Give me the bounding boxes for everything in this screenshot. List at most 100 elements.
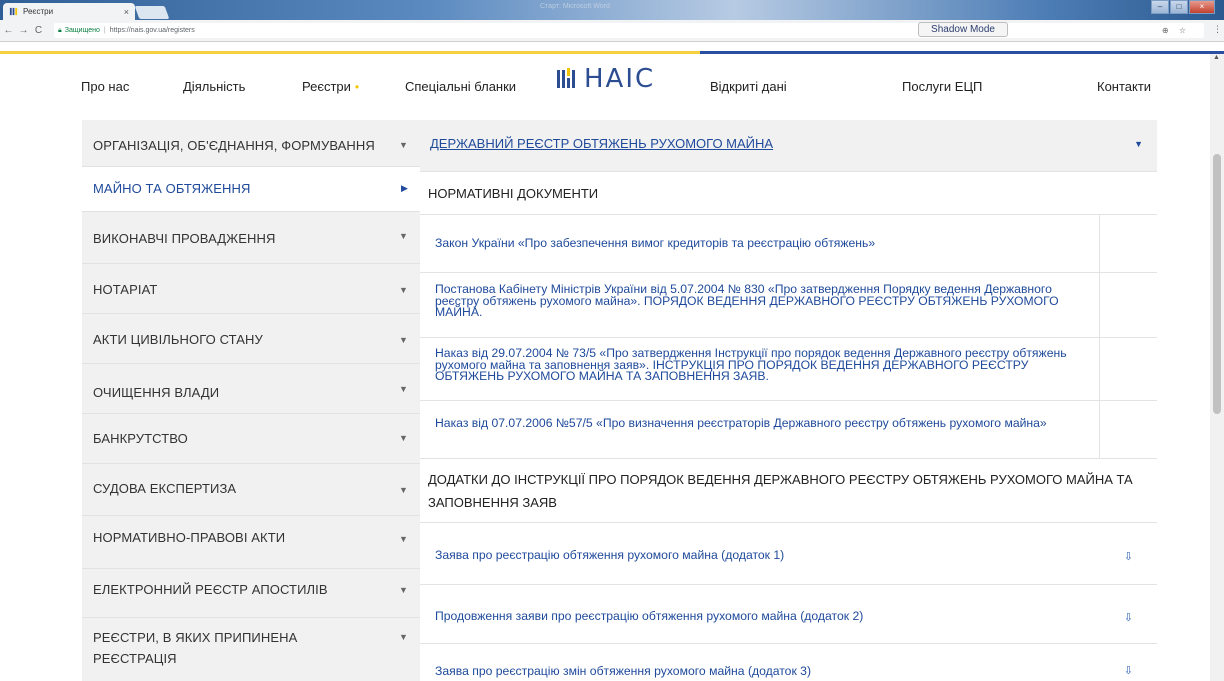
sidebar-item-label: Нотаріат xyxy=(93,282,158,297)
chevron-down-icon: ▼ xyxy=(398,632,408,642)
close-window-icon[interactable]: × xyxy=(1189,0,1215,14)
chevron-down-icon: ▼ xyxy=(398,231,408,241)
document-link[interactable]: Постанова Кабінету Міністрів України від… xyxy=(435,283,1099,319)
section-appendices: Додатки до інструкції про порядок веденн… xyxy=(420,459,1157,523)
nav-registers-label: Реєстри xyxy=(302,79,351,94)
tab-title: Реєстри xyxy=(23,7,54,16)
document-link[interactable]: Наказ від 07.07.2006 №57/5 «Про визначен… xyxy=(435,417,1099,430)
address-bar: ← → C 🔒︎ Защищено | https://nais.gov.ua/… xyxy=(0,20,1224,42)
sidebar-item-enforcement[interactable]: Виконавчі провадження ▼ xyxy=(82,212,420,264)
registers-sidebar: Організація, об'єднання, формування ▼ Ма… xyxy=(82,120,420,681)
sidebar-item-terminated-registers[interactable]: Реєстри, в яких припинена реєстрація ▼ xyxy=(82,618,420,681)
register-content: Державний реєстр обтяжень рухомого майна… xyxy=(420,120,1157,681)
document-link[interactable]: Наказ від 29.07.2004 № 73/5 «Про затверд… xyxy=(435,347,1099,383)
attachment-row[interactable]: Заява про реєстрацію обтяження рухомого … xyxy=(420,523,1157,585)
sidebar-item-label: Електронний реєстр апостилів xyxy=(93,582,328,597)
nav-open-data[interactable]: Відкриті дані xyxy=(710,79,787,94)
column-divider xyxy=(1099,215,1100,272)
nav-special-forms[interactable]: Спеціальні бланки xyxy=(405,79,516,94)
download-icon[interactable]: ⇩ xyxy=(1124,550,1133,563)
minimize-icon[interactable]: – xyxy=(1151,0,1169,14)
attachment-link[interactable]: Продовження заяви про реєстрацію обтяжен… xyxy=(435,610,1099,623)
attachment-link[interactable]: Заява про реєстрацію змін обтяження рухо… xyxy=(435,665,1099,678)
sidebar-item-forensics[interactable]: Судова експертиза ▼ xyxy=(82,464,420,516)
sidebar-item-property[interactable]: Майно та обтяження ▶ xyxy=(82,167,420,212)
nav-activity[interactable]: Діяльність xyxy=(183,79,245,94)
chevron-down-icon: ▼ xyxy=(398,335,408,345)
sidebar-item-organizations[interactable]: Організація, об'єднання, формування ▼ xyxy=(82,120,420,167)
download-icon[interactable]: ⇩ xyxy=(1124,664,1133,677)
sidebar-item-civil-status[interactable]: Акти цивільного стану ▼ xyxy=(82,314,420,364)
browser-tab[interactable]: Реєстри × xyxy=(3,3,135,20)
nav-eds-services[interactable]: Послуги ЕЦП xyxy=(902,79,982,94)
url-field[interactable]: 🔒︎ Защищено | https://nais.gov.ua/regist… xyxy=(54,23,1204,38)
document-row[interactable]: Наказ від 07.07.2006 №57/5 «Про визначен… xyxy=(420,401,1157,459)
sidebar-item-bankruptcy[interactable]: Банкрутство ▼ xyxy=(82,414,420,464)
sidebar-item-label: Майно та обтяження xyxy=(93,181,251,196)
attachment-row[interactable]: Заява про реєстрацію змін обтяження рухо… xyxy=(420,644,1157,681)
section-title: Додатки до інструкції про порядок веденн… xyxy=(428,472,1133,510)
sidebar-item-label: Судова експертиза xyxy=(93,481,237,496)
sidebar-item-lustration[interactable]: Очищення влади ▼ xyxy=(82,364,420,414)
sidebar-item-label: Реєстри, в яких припинена реєстрація xyxy=(93,630,298,666)
document-row[interactable]: Постанова Кабінету Міністрів України від… xyxy=(420,273,1157,338)
sidebar-item-label: Банкрутство xyxy=(93,431,188,446)
reload-icon[interactable]: C xyxy=(32,25,45,36)
document-row[interactable]: Закон України «Про забезпечення вимог кр… xyxy=(420,215,1157,273)
chevron-down-icon: ▼ xyxy=(398,534,408,544)
chevron-down-icon: ▼ xyxy=(398,384,408,394)
chevron-down-icon: ▼ xyxy=(398,433,408,443)
browser-tab-bar: Реєстри × Старт: Microsoft Word – □ × xyxy=(0,0,1224,20)
scroll-up-icon[interactable]: ▲ xyxy=(1213,54,1220,61)
nais-logo[interactable]: НАІС xyxy=(557,64,655,94)
caret-down-icon[interactable]: ▼ xyxy=(1134,139,1143,149)
sidebar-item-label: Виконавчі провадження xyxy=(93,231,276,246)
document-row[interactable]: Наказ від 29.07.2004 № 73/5 «Про затверд… xyxy=(420,338,1157,401)
register-header[interactable]: Державний реєстр обтяжень рухомого майна… xyxy=(420,120,1157,172)
window-title: Старт: Microsoft Word xyxy=(540,3,610,10)
chevron-down-icon: ▼ xyxy=(398,285,408,295)
chevron-down-icon: ▼ xyxy=(398,140,408,150)
new-tab-button[interactable] xyxy=(134,6,170,19)
sidebar-item-apostille[interactable]: Електронний реєстр апостилів ▼ xyxy=(82,569,420,618)
nav-about[interactable]: Про нас xyxy=(81,79,129,94)
section-normative-documents: Нормативні документи xyxy=(420,173,1157,215)
attachment-link[interactable]: Заява про реєстрацію обтяження рухомого … xyxy=(435,549,1099,562)
back-icon[interactable]: ← xyxy=(2,25,15,36)
url-separator: | xyxy=(103,27,106,34)
column-divider xyxy=(1099,401,1100,458)
lock-icon: 🔒︎ xyxy=(58,26,62,34)
download-icon[interactable]: ⇩ xyxy=(1124,611,1133,624)
secure-label: Защищено xyxy=(64,27,100,34)
page-action-icons[interactable]: ⊕ ☆ xyxy=(1162,26,1190,35)
tab-close-icon[interactable]: × xyxy=(124,7,129,17)
browser-menu-icon[interactable]: ⋮ xyxy=(1213,24,1222,35)
scrollbar-thumb[interactable] xyxy=(1213,154,1221,414)
logo-text: НАІС xyxy=(584,64,656,94)
nav-registers[interactable]: Реєстри • xyxy=(302,79,359,94)
page-scrollbar[interactable]: ▲ xyxy=(1210,54,1224,681)
register-title-link[interactable]: Державний реєстр обтяжень рухомого майна xyxy=(430,136,773,151)
top-navigation: Про нас Діяльність Реєстри • Спеціальні б… xyxy=(0,54,1224,120)
shadow-mode-button[interactable]: Shadow Mode xyxy=(918,22,1008,37)
window-controls: – □ × xyxy=(1150,0,1215,16)
maximize-icon[interactable]: □ xyxy=(1170,0,1188,14)
active-dot-icon: • xyxy=(354,80,360,94)
sidebar-item-label: Нормативно-правові акти xyxy=(93,530,286,545)
section-title: Нормативні документи xyxy=(428,186,599,201)
nais-favicon-icon xyxy=(9,7,18,16)
logo-mark-icon xyxy=(557,68,579,90)
column-divider xyxy=(1099,338,1100,400)
url-text: https://nais.gov.ua/registers xyxy=(109,27,195,34)
attachment-row[interactable]: Продовження заяви про реєстрацію обтяжен… xyxy=(420,585,1157,644)
sidebar-item-notary[interactable]: Нотаріат ▼ xyxy=(82,264,420,314)
sidebar-item-legal-acts[interactable]: Нормативно-правові акти ▼ xyxy=(82,516,420,569)
column-divider xyxy=(1099,273,1100,337)
forward-icon[interactable]: → xyxy=(17,25,30,36)
chevron-down-icon: ▼ xyxy=(398,585,408,595)
sidebar-item-label: Організація, об'єднання, формування xyxy=(93,138,375,153)
document-link[interactable]: Закон України «Про забезпечення вимог кр… xyxy=(435,237,1099,250)
sidebar-item-label: Акти цивільного стану xyxy=(93,332,263,347)
nav-contacts[interactable]: Контакти xyxy=(1097,79,1151,94)
chevron-right-icon: ▶ xyxy=(400,183,408,193)
